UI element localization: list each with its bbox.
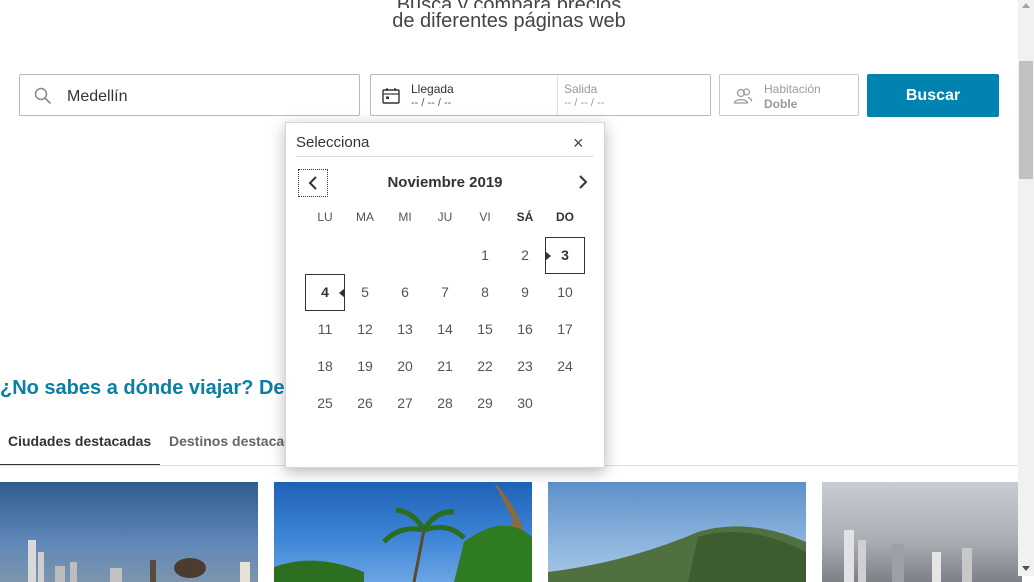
headline: Busca y compara precios de diferentes pá… (0, 0, 1018, 34)
calendar-day[interactable]: 15 (465, 311, 505, 348)
weekday-header: MI (398, 210, 412, 224)
room-label: Habitación (764, 82, 821, 96)
datepicker-title: Selecciona (296, 134, 370, 151)
calendar-day[interactable]: 23 (505, 348, 545, 385)
calendar-day[interactable]: 29 (465, 385, 505, 422)
room-value: Doble (764, 97, 798, 111)
calendar-day[interactable]: 28 (425, 385, 465, 422)
departure-label: Salida (564, 82, 598, 96)
calendar-day[interactable]: 27 (385, 385, 425, 422)
headline-line-1: Busca y compara precios (0, 0, 1018, 8)
next-month-button[interactable] (573, 169, 593, 197)
calendar-day[interactable]: 26 (345, 385, 385, 422)
weekday-header: MA (356, 210, 374, 224)
calendar-day[interactable]: 1 (465, 237, 505, 274)
tab-featured-cities[interactable]: Ciudades destacadas (8, 433, 151, 449)
destination-input[interactable]: Medellín (19, 74, 360, 116)
scroll-up-arrow-icon[interactable] (1022, 3, 1030, 8)
scroll-down-arrow-icon[interactable] (1022, 566, 1030, 571)
users-icon (733, 88, 753, 104)
departure-value: -- / -- / -- (564, 97, 605, 109)
headline-line-2: de diferentes páginas web (392, 10, 626, 32)
calendar-day[interactable]: 7 (425, 274, 465, 311)
calendar-day[interactable]: 18 (305, 348, 345, 385)
calendar-day[interactable]: 20 (385, 348, 425, 385)
calendar-day[interactable]: 11 (305, 311, 345, 348)
calendar-day[interactable]: 24 (545, 348, 585, 385)
calendar-day[interactable]: 9 (505, 274, 545, 311)
city-card-image[interactable] (274, 482, 532, 582)
current-month: Noviembre 2019 (387, 174, 503, 191)
calendar-day[interactable]: 22 (465, 348, 505, 385)
calendar-day[interactable]: 14 (425, 311, 465, 348)
calendar-icon (382, 88, 400, 104)
destination-value: Medellín (67, 88, 128, 105)
search-icon (34, 87, 52, 105)
weekday-header: SÁ (516, 210, 534, 224)
calendar-day[interactable]: 25 (305, 385, 345, 422)
calendar-day[interactable]: 6 (385, 274, 425, 311)
search-button[interactable]: Buscar (867, 74, 999, 117)
city-card-image[interactable] (0, 482, 258, 582)
range-marker-icon (545, 251, 551, 261)
date-range-field[interactable]: Llegada -- / -- / -- Salida -- / -- / -- (370, 74, 711, 116)
calendar-day[interactable]: 10 (545, 274, 585, 311)
weekday-header: LU (317, 210, 333, 224)
scrollbar[interactable] (1018, 0, 1034, 576)
calendar-day[interactable]: 13 (385, 311, 425, 348)
scroll-thumb[interactable] (1019, 61, 1033, 179)
chevron-right-icon (579, 175, 588, 189)
datepicker-divider (296, 156, 594, 157)
calendar-day[interactable]: 30 (505, 385, 545, 422)
arrival-label: Llegada (411, 82, 454, 96)
city-card-image[interactable] (548, 482, 806, 582)
weekday-header: JU (437, 210, 453, 224)
datepicker-popup: Selecciona × Noviembre 2019 LU MA MI JU VI SÁ… (285, 122, 605, 468)
weekday-header: VI (479, 210, 491, 224)
close-icon[interactable]: × (573, 133, 584, 153)
calendar-day[interactable]: 19 (345, 348, 385, 385)
calendar-day[interactable]: 4 (305, 274, 345, 311)
arrival-field[interactable]: Llegada -- / -- / -- (371, 75, 558, 115)
weekday-header: DO (556, 210, 574, 224)
arrival-value: -- / -- / -- (411, 97, 452, 109)
calendar-day[interactable]: 2 (505, 237, 545, 274)
room-selector[interactable]: Habitación Doble (719, 74, 859, 116)
calendar-day[interactable]: 21 (425, 348, 465, 385)
city-card-image[interactable] (822, 482, 1022, 582)
calendar-day[interactable]: 8 (465, 274, 505, 311)
calendar-day[interactable]: 17 (545, 311, 585, 348)
calendar-day[interactable]: 3 (545, 237, 585, 274)
calendar-day[interactable]: 5 (345, 274, 385, 311)
calendar-day[interactable]: 12 (345, 311, 385, 348)
calendar-day[interactable]: 16 (505, 311, 545, 348)
